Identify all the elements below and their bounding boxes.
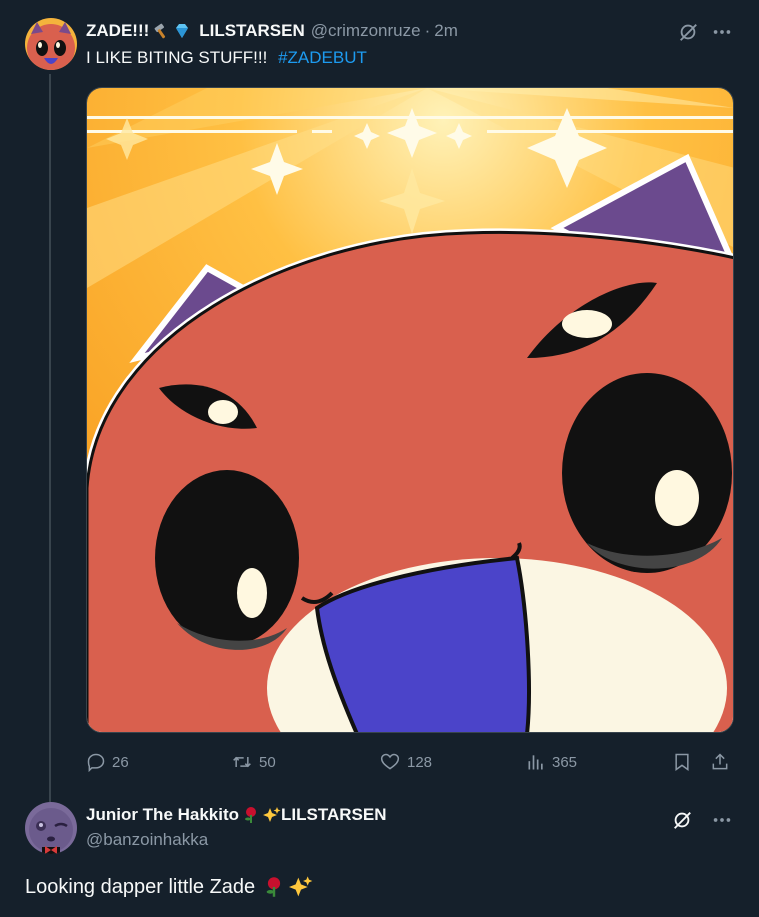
- gem-icon: [173, 22, 191, 40]
- timestamp[interactable]: 2m: [434, 21, 458, 41]
- retweet-icon: [233, 756, 251, 768]
- tweet-actions: 26 50 128 365: [86, 748, 736, 776]
- tweet-media-image[interactable]: [86, 87, 734, 733]
- sparkles-icon: [289, 875, 313, 899]
- reply-author-handle[interactable]: @banzoinhakka: [86, 830, 208, 850]
- reply-icon: [87, 753, 105, 772]
- reply-author-name[interactable]: Junior The Hakkito: [86, 805, 239, 825]
- rose-icon: [263, 876, 285, 898]
- reply-count: 26: [112, 753, 129, 771]
- tweet-text: I LIKE BITING STUFF!!! #ZADEBUT: [86, 48, 367, 68]
- reply-button[interactable]: 26: [86, 748, 129, 776]
- grok-icon[interactable]: [676, 20, 700, 44]
- like-icon: [380, 753, 400, 770]
- more-icon[interactable]: [710, 20, 734, 44]
- retweet-button[interactable]: 50: [231, 748, 276, 776]
- author-avatar[interactable]: [25, 18, 77, 70]
- bookmark-icon: [675, 753, 689, 771]
- thread-line: [49, 74, 51, 802]
- reply-author-avatar[interactable]: [25, 802, 77, 854]
- views-button[interactable]: 365: [526, 748, 577, 776]
- separator-dot: ·: [424, 21, 431, 40]
- hammer-icon: [152, 22, 170, 40]
- reply-body: Looking dapper little Zade: [25, 875, 256, 898]
- tweet-body: I LIKE BITING STUFF!!!: [86, 48, 268, 67]
- tweet-header: ZADE!!! LILSTARSEN @crimzonruze · 2m: [86, 20, 458, 42]
- share-icon: [712, 753, 728, 770]
- reply-text: Looking dapper little Zade: [25, 875, 313, 899]
- author-name[interactable]: ZADE!!!: [86, 21, 149, 41]
- views-count: 365: [552, 753, 578, 771]
- rose-icon: [242, 806, 260, 824]
- hashtag-link[interactable]: #ZADEBUT: [278, 48, 367, 67]
- author-suffix: LILSTARSEN: [199, 21, 305, 40]
- author-handle[interactable]: @crimzonruze: [311, 21, 421, 41]
- reply-author-suffix: LILSTARSEN: [281, 805, 387, 824]
- reply-header: Junior The Hakkito LILSTARSEN: [86, 805, 387, 825]
- grok-icon[interactable]: [670, 808, 694, 832]
- like-button[interactable]: 128: [379, 748, 432, 776]
- like-count: 128: [407, 753, 433, 771]
- sparkles-icon: [263, 806, 281, 824]
- bookmark-button[interactable]: [672, 748, 698, 776]
- retweet-count: 50: [259, 753, 276, 771]
- more-icon[interactable]: [710, 808, 734, 832]
- views-icon: [528, 755, 543, 770]
- share-button[interactable]: [710, 748, 736, 776]
